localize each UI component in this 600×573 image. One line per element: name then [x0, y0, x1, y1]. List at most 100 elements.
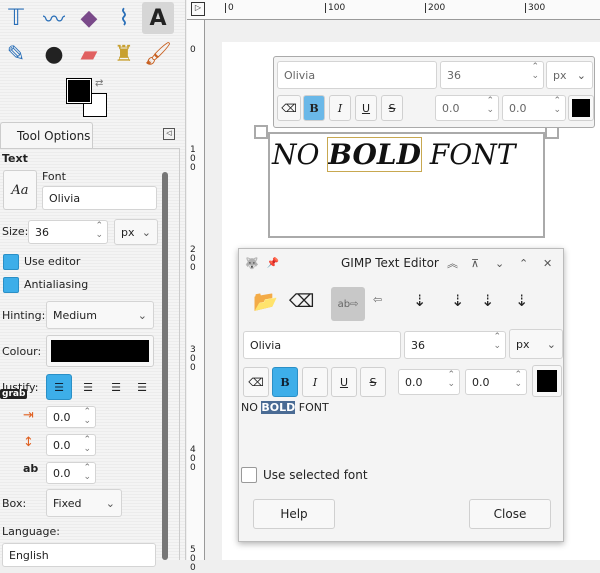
clear-text-icon[interactable]: ⌫	[289, 291, 314, 312]
line-spacing-input[interactable]: 0.0	[46, 434, 96, 456]
editor-italic-button[interactable]: I	[302, 367, 328, 397]
foreground-color[interactable]	[66, 78, 92, 104]
paths-tool-icon[interactable]: ⌇	[108, 2, 140, 34]
scrollbar[interactable]	[162, 172, 168, 560]
grab-tooltip: grab	[0, 389, 28, 399]
eraser-tool-icon[interactable]: ▰	[73, 38, 105, 70]
overlay-bold-button[interactable]: B	[303, 95, 325, 121]
close-button[interactable]: Close	[469, 499, 551, 529]
warp-tool-icon[interactable]: 〰	[38, 2, 70, 34]
ruler-label: 100	[190, 145, 196, 173]
overlay-unit-value: px	[553, 68, 567, 82]
canvas-text[interactable]: NO BOLD FONT	[272, 137, 516, 172]
overlay-unit-select[interactable]: px ⌄	[546, 61, 593, 89]
unit-value: px	[121, 225, 135, 239]
overlay-underline-button[interactable]: U	[355, 95, 377, 121]
overlay-font-value: Olivia	[284, 68, 316, 82]
overlay-strike-button[interactable]: S	[381, 95, 403, 121]
overlay-size-input[interactable]: 36	[440, 61, 544, 89]
font-input[interactable]: Olivia	[42, 186, 157, 210]
text-align-tool-icon[interactable]: 𝕋	[0, 2, 32, 34]
overlay-clear-style-button[interactable]: ⌫	[277, 95, 301, 121]
on-canvas-text-toolbar: Olivia 36 px⌄ ⌫ B I U S 0.0 0.0	[273, 56, 595, 128]
justify-fill-button[interactable]: ☰	[130, 374, 154, 400]
rtl-direction-icon[interactable]: ⇦	[373, 293, 382, 306]
editor-unit-select[interactable]: px ⌄	[509, 329, 563, 359]
dialog-titlebar[interactable]: 🐺 📌 GIMP Text Editor ︽ ⊼ ⌄ ⌃ ✕	[239, 249, 563, 277]
open-file-icon[interactable]: 📂	[253, 289, 278, 313]
vertical-ruler[interactable]: 0 100 200 300 400 500	[187, 20, 205, 573]
vertical-rtl-upright-icon[interactable]: ⇣	[451, 291, 464, 310]
swap-colors-icon[interactable]: ⇄	[95, 78, 103, 89]
vertical-ltr-icon[interactable]: ⇣	[481, 291, 494, 310]
unit-select[interactable]: px ⌄	[114, 219, 158, 245]
hinting-label: Hinting:	[2, 309, 46, 322]
color-picker-tool-icon[interactable]: ✎	[0, 38, 32, 70]
letter-spacing-input[interactable]: 0.0	[46, 462, 96, 484]
editor-text-selected: BOLD	[261, 401, 296, 414]
vertical-rtl-icon[interactable]: ⇣	[413, 291, 426, 310]
editor-color-button[interactable]	[532, 365, 562, 397]
resize-handle[interactable]	[254, 125, 268, 139]
ruler-label: 0	[190, 45, 196, 55]
quick-mask-icon[interactable]: ▷	[191, 2, 205, 16]
editor-text-area[interactable]: NO BOLD FONT	[241, 401, 561, 457]
minimize-icon[interactable]: ⌄	[495, 257, 504, 270]
paintbrush-tool-icon[interactable]: 🖌	[142, 38, 174, 70]
ruler-label: 400	[190, 445, 196, 473]
editor-underline-button[interactable]: U	[331, 367, 357, 397]
justify-left-button[interactable]: ☰	[46, 374, 72, 400]
left-dock: 𝕋 〰 ◆ ⌇ A ✎ ● ▰ ♜ 🖌 ⇄ Tool Options ◁ Tex…	[0, 0, 186, 567]
canvas-text-plain: FONT	[420, 138, 516, 171]
text-tool-icon[interactable]: A	[142, 2, 174, 34]
ltr-direction-button[interactable]: ab⇨	[331, 287, 365, 321]
keep-below-icon[interactable]: ⊼	[471, 257, 479, 270]
horizontal-ruler[interactable]: ▷ 0 100 200 300	[187, 0, 600, 20]
box-label: Box:	[2, 497, 27, 510]
help-button[interactable]: Help	[253, 499, 335, 529]
overlay-font-input[interactable]: Olivia	[277, 61, 437, 89]
vertical-ltr-upright-icon[interactable]: ⇣	[515, 291, 528, 310]
keep-above-icon[interactable]: ︽	[447, 255, 458, 271]
size-input[interactable]: 36	[28, 220, 108, 244]
clone-tool-icon[interactable]: ♜	[108, 38, 140, 70]
use-editor-checkbox[interactable]	[3, 254, 19, 270]
editor-size-input[interactable]: 36	[404, 331, 506, 359]
maximize-icon[interactable]: ⌃	[519, 257, 528, 270]
hinting-select[interactable]: Medium ⌄	[46, 301, 154, 329]
pin-icon[interactable]: 📌	[267, 258, 279, 269]
language-input[interactable]: English	[2, 543, 156, 567]
editor-unit-value: px	[516, 337, 530, 351]
editor-kerning-input[interactable]: 0.0	[465, 369, 527, 395]
editor-baseline-input[interactable]: 0.0	[398, 369, 460, 395]
use-selected-font-checkbox[interactable]	[241, 467, 257, 483]
editor-strike-button[interactable]: S	[360, 367, 386, 397]
justify-right-button[interactable]: ☰	[76, 374, 100, 400]
dock-menu-icon[interactable]: ◁	[163, 128, 175, 140]
box-select[interactable]: Fixed ⌄	[46, 489, 122, 517]
colour-button[interactable]	[46, 335, 154, 367]
editor-baseline-value: 0.0	[405, 375, 423, 389]
editor-clear-style-button[interactable]: ⌫	[243, 367, 269, 397]
gimp-logo-icon: 🐺	[245, 256, 259, 270]
airbrush-tool-icon[interactable]: ●	[38, 38, 70, 70]
editor-bold-button[interactable]: B	[272, 367, 298, 397]
overlay-baseline-value: 0.0	[442, 101, 460, 115]
justify-center-button[interactable]: ☰	[104, 374, 128, 400]
close-icon[interactable]: ✕	[543, 257, 552, 270]
indent-input[interactable]: 0.0	[46, 406, 96, 428]
overlay-italic-button[interactable]: I	[329, 95, 351, 121]
size-value: 36	[35, 225, 49, 239]
ruler-label: 100	[325, 3, 345, 13]
tab-tool-options[interactable]: Tool Options	[0, 122, 93, 149]
font-preview-button[interactable]: Aa	[3, 170, 37, 210]
box-value: Fixed	[53, 496, 82, 510]
editor-font-input[interactable]: Olivia	[243, 331, 401, 359]
antialiasing-checkbox[interactable]	[3, 277, 19, 293]
overlay-color-button[interactable]	[568, 95, 594, 121]
overlay-kerning-input[interactable]: 0.0	[502, 95, 566, 121]
overlay-baseline-input[interactable]: 0.0	[435, 95, 499, 121]
editor-kerning-value: 0.0	[472, 375, 490, 389]
line-spacing-icon: ↕	[23, 435, 34, 450]
gradient-tool-icon[interactable]: ◆	[73, 2, 105, 34]
